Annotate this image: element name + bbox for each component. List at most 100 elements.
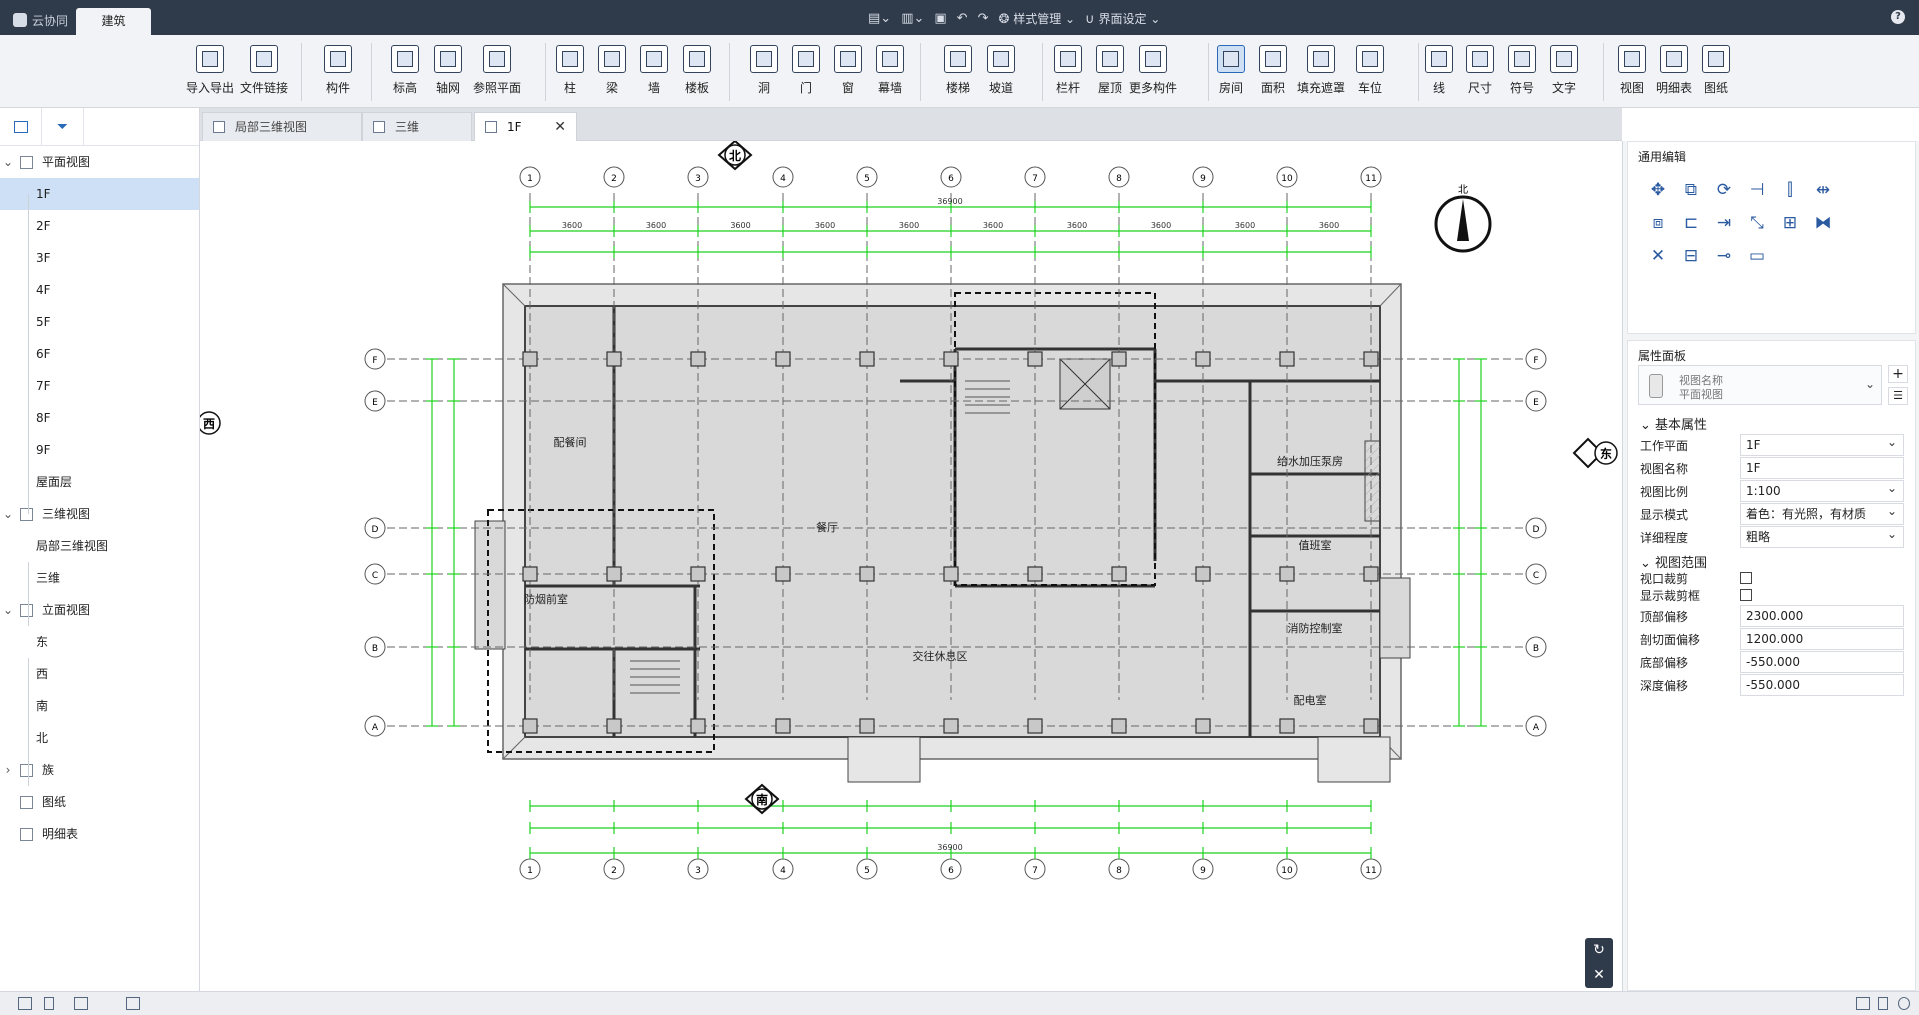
tree-item[interactable]: ⌄ 立面视图 <box>0 594 199 626</box>
curtain-wall-button[interactable]: 幕墙 <box>864 45 916 96</box>
drawing-canvas[interactable]: 1 1 2 2 3 3 4 4 5 5 6 6 7 7 8 8 9 9 10 10 11 11 F F E E D D C C B B A A 3… <box>200 141 1622 991</box>
offset-input[interactable]: -550.000 <box>1740 674 1904 696</box>
multi-view-icon[interactable] <box>74 997 88 1010</box>
open-file-icon[interactable]: ▥⌄ <box>901 11 924 26</box>
offset-input[interactable]: 1200.000 <box>1740 628 1904 650</box>
delete-icon[interactable]: ✕ <box>1646 244 1670 268</box>
tree-item[interactable]: 6F <box>0 338 199 370</box>
chevron-right-icon[interactable]: › <box>3 754 13 786</box>
help-button[interactable]: ? <box>1891 10 1905 24</box>
tree-item[interactable]: 北 <box>0 722 199 754</box>
prop-input[interactable]: 1F <box>1740 457 1904 479</box>
ui-settings-button[interactable]: ∪ 界面设定 ⌄ <box>1085 10 1160 27</box>
sheet-button[interactable]: 图纸 <box>1690 45 1742 96</box>
tree-item[interactable]: 8F <box>0 402 199 434</box>
east-marker[interactable]: 东 <box>1572 437 1618 469</box>
prop-select[interactable]: 1:100 <box>1740 478 1904 502</box>
checkbox[interactable] <box>1740 572 1752 584</box>
scale-icon[interactable]: ⤡ <box>1745 211 1769 235</box>
ref-plane-button[interactable]: 参照平面 <box>471 45 523 96</box>
tab-architecture[interactable]: 建筑 <box>76 8 151 35</box>
view-range-header[interactable]: ⌄ 视图范围 <box>1640 552 1707 571</box>
grid-button[interactable]: 轴网 <box>422 45 474 96</box>
doc-tab[interactable]: 局部三维视图 <box>202 112 362 141</box>
offset-input[interactable]: 2300.000 <box>1740 605 1904 627</box>
move-icon[interactable]: ✥ <box>1646 178 1670 202</box>
tree-item[interactable]: 3F <box>0 242 199 274</box>
more-components-button[interactable]: 更多构件 <box>1127 45 1179 96</box>
chevron-down-icon[interactable]: ⌄ <box>3 594 13 626</box>
prop-select[interactable]: 1F <box>1740 432 1904 456</box>
file-link-button[interactable]: 文件链接 <box>238 45 290 96</box>
match-icon[interactable]: ⊸ <box>1712 244 1736 268</box>
close-icon[interactable]: ✕ <box>554 113 566 142</box>
text-button[interactable]: 文字 <box>1538 45 1590 96</box>
north-marker[interactable]: 北 <box>717 141 753 171</box>
cad-import-button[interactable]: 导入导出 <box>184 45 236 96</box>
split-icon[interactable]: ⫿ <box>1778 178 1802 202</box>
tree-item[interactable]: ⌄ 平面视图 <box>0 146 199 178</box>
tree-item[interactable]: 明细表 <box>0 818 199 850</box>
style-manage-button[interactable]: ❂ 样式管理 ⌄ <box>998 10 1075 27</box>
window-icon[interactable] <box>1878 997 1888 1010</box>
tree-item[interactable]: 4F <box>0 274 199 306</box>
filter-button[interactable]: ⏷ <box>42 108 84 146</box>
doc-tab[interactable]: 三维 <box>362 112 472 141</box>
slab-button[interactable]: 楼板 <box>671 45 723 96</box>
tree-item[interactable]: 屋面层 <box>0 466 199 498</box>
floor-plan[interactable]: 11223344556677889910101111F FE ED DC CB BA A 3… <box>200 141 1622 991</box>
tree-item[interactable]: 2F <box>0 210 199 242</box>
undo-icon[interactable]: ↶ <box>957 11 968 26</box>
close-nav-icon[interactable]: ✕ <box>1585 963 1613 988</box>
mirror-icon[interactable]: ⧓ <box>1811 211 1835 235</box>
chevron-down-icon[interactable]: ⌄ <box>3 146 13 178</box>
tree-item[interactable]: 东 <box>0 626 199 658</box>
tree-item[interactable]: ⌄ 三维视图 <box>0 498 199 530</box>
screen-icon[interactable] <box>1856 997 1870 1010</box>
tree-item[interactable]: 南 <box>0 690 199 722</box>
prop-select[interactable]: 着色：有光照，有材质 <box>1740 501 1904 525</box>
tree-item[interactable]: 西 <box>0 658 199 690</box>
tree-item[interactable]: › 族 <box>0 754 199 786</box>
rotate-icon[interactable]: ⟳ <box>1712 178 1736 202</box>
tree-item[interactable]: 三维 <box>0 562 199 594</box>
redo-icon[interactable]: ↷ <box>978 11 989 26</box>
offset-icon[interactable]: ⇹ <box>1811 178 1835 202</box>
table-icon[interactable] <box>126 997 140 1010</box>
type-selector[interactable]: 视图名称 平面视图 ⌄ <box>1638 365 1882 405</box>
tree-item[interactable]: 7F <box>0 370 199 402</box>
add-type-button[interactable]: + <box>1888 365 1908 383</box>
tree-item[interactable]: 1F <box>0 178 199 210</box>
reset-view-icon[interactable]: ↻ <box>1585 938 1613 963</box>
area-button[interactable]: 面积 <box>1247 45 1299 96</box>
measure-icon[interactable]: ▭ <box>1745 244 1769 268</box>
tile-icon[interactable] <box>44 997 54 1010</box>
align-icon[interactable]: ⊏ <box>1679 211 1703 235</box>
ramp-button[interactable]: 坡道 <box>975 45 1027 96</box>
copy-icon[interactable]: ⧉ <box>1679 178 1703 202</box>
parking-button[interactable]: 车位 <box>1344 45 1396 96</box>
save-icon[interactable]: ▣ <box>934 11 946 26</box>
prop-select[interactable]: 粗略 <box>1740 524 1904 548</box>
tree-item[interactable]: 5F <box>0 306 199 338</box>
panel-toggle-button[interactable] <box>0 108 42 146</box>
south-marker[interactable]: 南 <box>744 783 780 815</box>
layout-grid-icon[interactable] <box>18 997 32 1010</box>
array-icon[interactable]: ⧈ <box>1646 211 1670 235</box>
checkbox[interactable] <box>1740 589 1752 601</box>
tree-item[interactable]: 9F <box>0 434 199 466</box>
fill-mask-button[interactable]: 填充遮罩 <box>1295 45 1347 96</box>
tree-item[interactable]: 局部三维视图 <box>0 530 199 562</box>
offset-input[interactable]: -550.000 <box>1740 651 1904 673</box>
west-marker[interactable]: 西 <box>200 409 221 437</box>
doc-tab[interactable]: 1F ✕ <box>474 112 577 141</box>
extend-icon[interactable]: ⇥ <box>1712 211 1736 235</box>
tab-cloud-collab[interactable]: 云协同 <box>5 8 76 35</box>
settings-icon[interactable] <box>1898 997 1910 1010</box>
basic-props-header[interactable]: ⌄ 基本属性 <box>1640 414 1707 433</box>
new-file-icon[interactable]: ▤⌄ <box>868 11 891 26</box>
pin-icon[interactable]: ⊟ <box>1679 244 1703 268</box>
chevron-down-icon[interactable]: ⌄ <box>3 498 13 530</box>
component-button[interactable]: 构件 <box>312 45 364 96</box>
edit-type-button[interactable]: ☰ <box>1888 387 1908 405</box>
